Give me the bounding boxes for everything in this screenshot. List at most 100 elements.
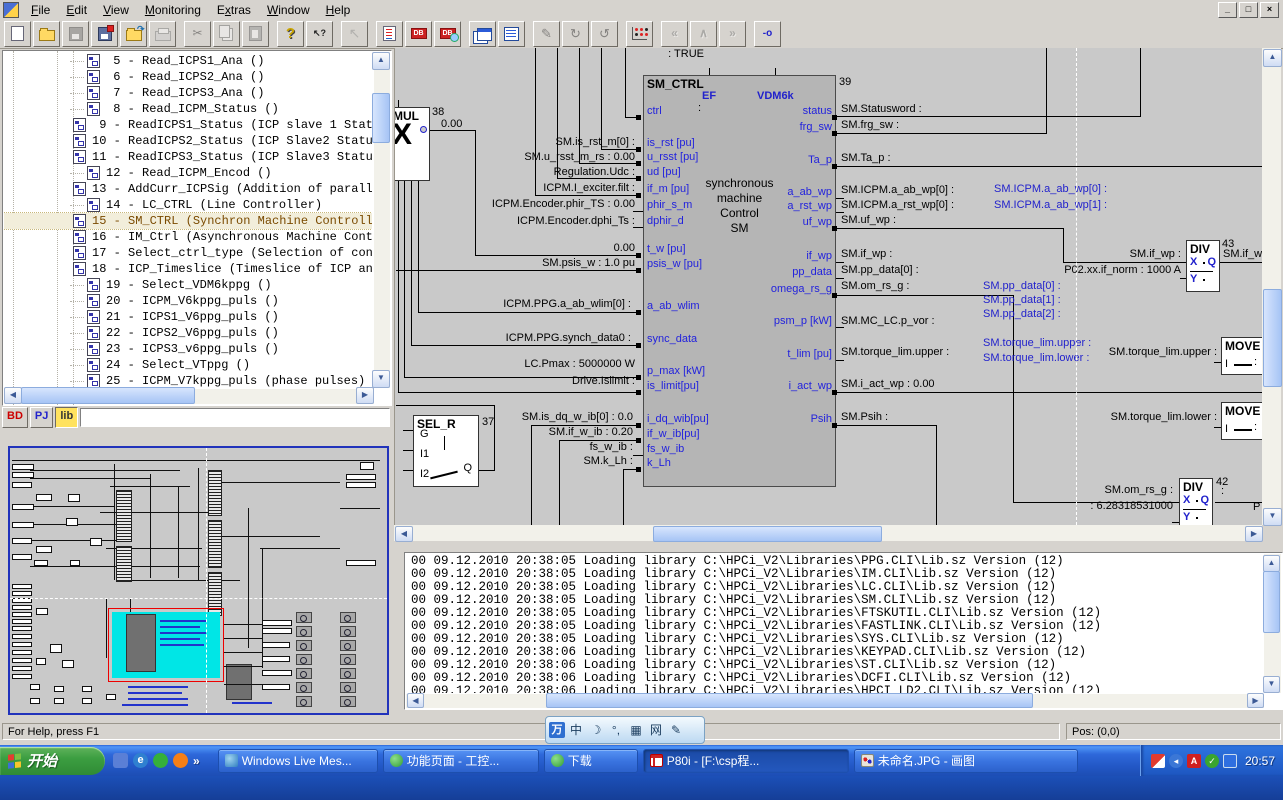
tree-scroll-down-button[interactable]: ▼ <box>372 370 390 388</box>
menu-edit[interactable]: Edit <box>58 2 95 18</box>
ime-tools-icon[interactable]: ✎ <box>667 721 685 739</box>
log-scroll-down-button[interactable]: ▼ <box>1263 676 1280 693</box>
detail-view-button[interactable] <box>498 21 525 47</box>
tree-vscroll-thumb[interactable] <box>372 93 390 143</box>
taskbar-task-2[interactable]: 功能页面 - 工控... <box>383 749 539 773</box>
database-online-button[interactable]: DB <box>434 21 461 47</box>
tree-item-18[interactable]: 18 - ICP_Timeslice (Timeslice of ICP and… <box>4 261 372 277</box>
ime-punctuation-icon[interactable]: °, <box>607 721 625 739</box>
matrix-button[interactable] <box>626 21 653 47</box>
log-vscroll-thumb[interactable] <box>1263 571 1280 633</box>
sogou-ime-icon[interactable] <box>1151 754 1165 768</box>
canvas-scroll-down-button[interactable]: ▼ <box>1263 508 1282 526</box>
move-block-lower[interactable]: MOVE I : <box>1221 402 1263 440</box>
signal-list-button[interactable] <box>376 21 403 47</box>
tree-item-15[interactable]: 15 - SM_CTRL (Synchron Machine Controlle… <box>4 213 372 229</box>
taskbar-task-4[interactable]: P80i - [F:\csp程... <box>643 749 849 773</box>
green-app-icon[interactable] <box>153 753 168 768</box>
search-input[interactable] <box>80 408 390 427</box>
tree-item-12[interactable]: 12 - Read_ICPM_Encod () <box>4 165 372 181</box>
mul-block[interactable]: MUL X <box>394 107 430 181</box>
log-scroll-left-button[interactable]: ◀ <box>407 693 424 708</box>
tree-item-14[interactable]: 14 - LC_CTRL (Line Controller) <box>4 197 372 213</box>
orange-app-icon[interactable] <box>173 753 188 768</box>
help-button[interactable]: ? <box>277 21 304 47</box>
tree-item-13[interactable]: 13 - AddCurr_ICPSig (Addition of paralle… <box>4 181 372 197</box>
canvas-vscroll-thumb[interactable] <box>1263 289 1282 387</box>
key-button[interactable]: -o <box>754 21 781 47</box>
canvas-scroll-right-button[interactable]: ▶ <box>1245 526 1263 542</box>
acrobat-icon[interactable]: A <box>1187 754 1201 768</box>
load-block-button[interactable] <box>120 21 147 47</box>
menu-file[interactable]: File <box>23 2 58 18</box>
taskbar-task-1[interactable]: Windows Live Mes... <box>218 749 378 773</box>
tree-scroll-up-button[interactable]: ▲ <box>372 52 390 70</box>
canvas-vscrollbar[interactable] <box>1262 48 1281 525</box>
taskbar-task-3[interactable]: 下载 <box>544 749 638 773</box>
menu-help[interactable]: Help <box>318 2 359 18</box>
menu-extras[interactable]: Extras <box>209 2 259 18</box>
context-help-button[interactable]: ↖? <box>306 21 333 47</box>
menu-monitoring[interactable]: Monitoring <box>137 2 209 18</box>
minimize-button[interactable]: _ <box>1218 2 1237 18</box>
diagram-canvas[interactable]: MUL X SM_CTRL EF VDM6k synchronous machi… <box>394 48 1263 525</box>
tree-item-19[interactable]: 19 - Select_VDM6kppg () <box>4 277 372 293</box>
open-button[interactable] <box>33 21 60 47</box>
canvas-scroll-left-button[interactable]: ◀ <box>395 526 413 542</box>
tab-pj[interactable]: PJ <box>30 407 53 428</box>
restore-button[interactable]: □ <box>1239 2 1258 18</box>
div-block-43[interactable]: DIV X Q Y <box>1186 240 1220 292</box>
tree-item-8[interactable]: 8 - Read_ICPM_Status () <box>4 101 372 117</box>
quick-launch-more[interactable]: » <box>193 754 200 768</box>
ime-logo-icon[interactable]: 万 <box>549 722 565 738</box>
overview-panel[interactable] <box>8 446 389 715</box>
tree-item-16[interactable]: 16 - IM_Ctrl (Asynchronous Machine Contr… <box>4 229 372 245</box>
tree-item-20[interactable]: 20 - ICPM_V6kppg_puls () <box>4 293 372 309</box>
tree-item-11[interactable]: 11 - ReadICPS3_Status (ICP Slave3 Status… <box>4 149 372 165</box>
tree-item-10[interactable]: 10 - ReadICPS2_Status (ICP Slave2 Status… <box>4 133 372 149</box>
tree-item-21[interactable]: 21 - ICPS1_V6ppg_puls () <box>4 309 372 325</box>
log-scroll-up-button[interactable]: ▲ <box>1263 555 1280 572</box>
start-button[interactable]: 开始 <box>0 747 105 775</box>
ime-language-bar[interactable]: 万中☽°,▦网✎ <box>545 716 705 744</box>
tree-scroll-left-button[interactable]: ◀ <box>4 387 22 404</box>
taskbar-task-5[interactable]: 未命名.JPG - 画图 <box>854 749 1078 773</box>
network-icon[interactable] <box>1223 754 1237 768</box>
save-block-button[interactable] <box>91 21 118 47</box>
tree-item-17[interactable]: 17 - Select_ctrl_type (Selection of cont… <box>4 245 372 261</box>
ie-icon[interactable]: e <box>133 753 148 768</box>
block-diagram-icon <box>73 118 86 132</box>
ime-softkeyboard-icon[interactable]: ▦ <box>627 721 645 739</box>
tree-item-7[interactable]: 7 - Read_ICPS3_Ana () <box>4 85 372 101</box>
tree-hscroll-thumb[interactable] <box>21 387 195 404</box>
tree-item-22[interactable]: 22 - ICPS2_V6ppg_puls () <box>4 325 372 341</box>
collapse-tray-icon[interactable]: ◂ <box>1169 754 1183 768</box>
canvas-scroll-up-button[interactable]: ▲ <box>1263 49 1282 67</box>
ime-chinese-icon[interactable]: 中 <box>567 721 585 739</box>
tree-item-25[interactable]: 25 - ICPM_V7kppg_puls (phase pulses) <box>4 373 372 387</box>
log-scroll-right-button[interactable]: ▶ <box>1247 693 1264 708</box>
div-block-42[interactable]: DIV X Q Y <box>1179 478 1213 525</box>
tree-item-5[interactable]: 5 - Read_ICPS1_Ana () <box>4 53 372 69</box>
tree-scroll-right-button[interactable]: ▶ <box>356 387 374 404</box>
tab-bd[interactable]: BD <box>2 407 28 428</box>
tree-item-24[interactable]: 24 - Select_VTppg () <box>4 357 372 373</box>
tile-windows-button[interactable] <box>469 21 496 47</box>
tree-item-9[interactable]: 9 - ReadICPS1_Status (ICP slave 1 Status… <box>4 117 372 133</box>
tab-lib[interactable]: lib <box>55 407 78 428</box>
ime-web-icon[interactable]: 网 <box>647 721 665 739</box>
output-log[interactable]: 00 09.12.2010 20:38:05 Loading library C… <box>404 552 1283 710</box>
antivirus-shield-icon[interactable]: ✓ <box>1205 754 1219 768</box>
canvas-hscroll-thumb[interactable] <box>653 526 882 542</box>
tree-item-6[interactable]: 6 - Read_ICPS2_Ana () <box>4 69 372 85</box>
ime-halfmoon-icon[interactable]: ☽ <box>587 721 605 739</box>
new-button[interactable] <box>4 21 31 47</box>
move-block-upper[interactable]: MOVE I : <box>1221 337 1263 375</box>
database-button[interactable]: DB <box>405 21 432 47</box>
menu-window[interactable]: Window <box>259 2 318 18</box>
log-hscroll-thumb[interactable] <box>546 693 1033 708</box>
tree-item-23[interactable]: 23 - ICPS3_v6ppg_puls () <box>4 341 372 357</box>
menu-view[interactable]: View <box>95 2 137 18</box>
close-button[interactable]: × <box>1260 2 1279 18</box>
messenger-icon[interactable] <box>113 753 128 768</box>
